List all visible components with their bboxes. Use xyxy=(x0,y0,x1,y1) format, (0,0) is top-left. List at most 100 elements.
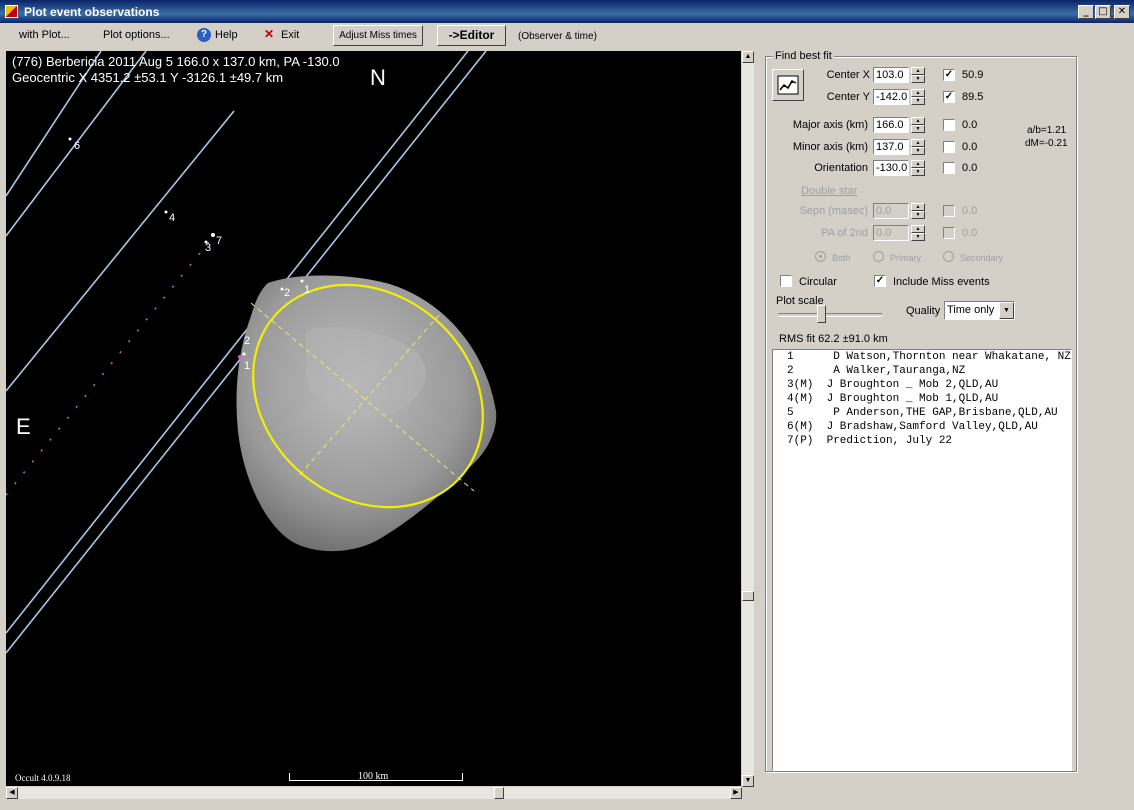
plot-canvas[interactable]: (776) Berbericia 2011 Aug 5 166.0 x 137.… xyxy=(6,51,741,786)
list-item[interactable]: 5 P Anderson,THE GAP,Brisbane,QLD,AU xyxy=(773,406,1071,420)
exit-icon[interactable]: ✕ xyxy=(264,27,274,41)
center-y-spinner[interactable]: ▲ ▼ xyxy=(911,89,925,105)
center-x-input[interactable]: 103.0 xyxy=(873,67,909,83)
east-label: E xyxy=(16,414,31,439)
radio-secondary[interactable] xyxy=(943,251,954,262)
scroll-up-icon[interactable]: ▲ xyxy=(742,51,754,63)
center-y-label: Center Y xyxy=(826,91,870,103)
center-y-checkbox[interactable]: ✓ xyxy=(943,91,955,103)
chord-line xyxy=(6,110,235,392)
sepn-result: 0.0 xyxy=(962,205,978,217)
plot-header-1: (776) Berbericia 2011 Aug 5 166.0 x 137.… xyxy=(12,54,340,69)
pa2-checkbox[interactable] xyxy=(943,227,955,239)
plot-header-2: Geocentric X 4351.2 ±53.1 Y -3126.1 ±49.… xyxy=(12,70,284,85)
list-item[interactable]: 7(P) Prediction, July 22 xyxy=(773,434,1071,448)
maximize-button[interactable]: □ xyxy=(1095,5,1111,19)
major-axis-checkbox[interactable] xyxy=(943,119,955,131)
orientation-input[interactable]: -130.0 xyxy=(873,160,909,176)
chord-label: 3 xyxy=(205,242,212,254)
window-title: Plot event observations xyxy=(24,5,160,19)
north-label: N xyxy=(370,65,386,90)
orientation-spinner[interactable]: ▲ ▼ xyxy=(911,160,925,176)
scale-label: 100 km xyxy=(358,771,389,782)
radio-both-label: Both xyxy=(832,253,851,263)
vertical-scroll-thumb[interactable] xyxy=(742,591,754,601)
major-axis-spinner[interactable]: ▲ ▼ xyxy=(911,117,925,133)
horizontal-scrollbar[interactable]: ◀ ▶ xyxy=(6,787,742,799)
center-x-checkbox[interactable]: ✓ xyxy=(943,69,955,81)
quality-select[interactable]: Time only ▼ xyxy=(944,301,1015,320)
pa2-label: PA of 2nd xyxy=(821,227,868,239)
chord-label: 2 xyxy=(284,287,291,299)
sepn-input[interactable]: 0.0 xyxy=(873,203,909,219)
double-star-label: Double star xyxy=(801,185,858,197)
close-button[interactable]: ✕ xyxy=(1114,5,1130,19)
minor-axis-spinner[interactable]: ▲ ▼ xyxy=(911,139,925,155)
list-item[interactable]: 1 D Watson,Thornton near Whakatane, NZ xyxy=(773,350,1071,364)
minor-axis-input[interactable]: 137.0 xyxy=(873,139,909,155)
adjust-miss-times-button[interactable]: Adjust Miss times xyxy=(333,25,423,46)
scroll-right-icon[interactable]: ▶ xyxy=(730,787,742,799)
circular-label: Circular xyxy=(799,276,837,288)
center-x-result: 50.9 xyxy=(962,69,984,81)
observer-list[interactable]: 1 D Watson,Thornton near Whakatane, NZ 2… xyxy=(772,349,1072,771)
help-icon[interactable]: ? xyxy=(197,28,211,42)
version-label: Occult 4.0.9.18 xyxy=(15,773,71,783)
rms-fit-label: RMS fit 62.2 ±91.0 km xyxy=(779,333,888,345)
chevron-down-icon[interactable]: ▼ xyxy=(999,302,1014,319)
orientation-result: 0.0 xyxy=(962,162,978,174)
minor-axis-label: Minor axis (km) xyxy=(792,141,868,153)
menu-exit[interactable]: Exit xyxy=(281,29,299,41)
chord-label: 4 xyxy=(169,212,176,224)
radio-secondary-label: Secondary xyxy=(960,253,1004,263)
center-x-spinner[interactable]: ▲ ▼ xyxy=(911,67,925,83)
menu-plot-options[interactable]: Plot options... xyxy=(103,29,170,41)
editor-button[interactable]: ->Editor xyxy=(437,25,506,46)
scroll-left-icon[interactable]: ◀ xyxy=(6,787,18,799)
list-item[interactable]: 6(M) J Bradshaw,Samford Valley,QLD,AU xyxy=(773,420,1071,434)
major-axis-input[interactable]: 166.0 xyxy=(873,117,909,133)
chart-fit-icon xyxy=(777,75,799,95)
include-miss-checkbox[interactable]: ✓ xyxy=(874,275,886,287)
minimize-button[interactable]: _ xyxy=(1078,5,1094,19)
minor-axis-result: 0.0 xyxy=(962,141,978,153)
pa2-input[interactable]: 0.0 xyxy=(873,225,909,241)
ab-ratio: a/b=1.21 xyxy=(1027,125,1067,136)
sepn-label: Sepn (masec) xyxy=(799,205,868,217)
menu-with-plot[interactable]: with Plot... xyxy=(19,29,70,41)
scroll-down-icon[interactable]: ▼ xyxy=(742,775,754,787)
center-y-result: 89.5 xyxy=(962,91,984,103)
circular-checkbox[interactable] xyxy=(780,275,792,287)
plot-scale-slider[interactable] xyxy=(817,305,826,323)
minor-axis-checkbox[interactable] xyxy=(943,141,955,153)
list-item[interactable]: 2 A Walker,Tauranga,NZ xyxy=(773,364,1071,378)
menu-help[interactable]: Help xyxy=(215,29,238,41)
radio-primary-label: Primary xyxy=(890,253,921,263)
delta-magnitude: dM=-0.21 xyxy=(1025,138,1068,149)
plot-scale-track[interactable] xyxy=(778,313,882,317)
quality-value: Time only xyxy=(947,304,995,316)
title-bar: Plot event observations _ □ ✕ xyxy=(0,0,1134,23)
vertical-scrollbar[interactable]: ▲ ▼ xyxy=(742,51,754,787)
quality-label: Quality xyxy=(906,305,941,317)
chord-label: 2 xyxy=(244,335,251,347)
chord-label: 7 xyxy=(216,235,223,247)
major-axis-result: 0.0 xyxy=(962,119,978,131)
observer-time-label: (Observer & time) xyxy=(518,31,597,42)
chord-label: 1 xyxy=(244,360,251,372)
list-item[interactable]: 3(M) J Broughton _ Mob 2,QLD,AU xyxy=(773,378,1071,392)
list-item[interactable]: 4(M) J Broughton _ Mob 1,QLD,AU xyxy=(773,392,1071,406)
center-y-input[interactable]: -142.0 xyxy=(873,89,909,105)
radio-primary[interactable] xyxy=(873,251,884,262)
pa2-result: 0.0 xyxy=(962,227,978,239)
orientation-label: Orientation xyxy=(814,162,868,174)
app-icon xyxy=(5,5,18,18)
horizontal-scroll-thumb[interactable] xyxy=(494,787,504,799)
sepn-checkbox[interactable] xyxy=(943,205,955,217)
radio-both[interactable] xyxy=(815,251,826,262)
pa2-spinner[interactable]: ▲ ▼ xyxy=(911,225,925,241)
orientation-checkbox[interactable] xyxy=(943,162,955,174)
major-axis-label: Major axis (km) xyxy=(792,119,868,131)
sepn-spinner[interactable]: ▲ ▼ xyxy=(911,203,925,219)
fit-button[interactable] xyxy=(772,69,804,101)
